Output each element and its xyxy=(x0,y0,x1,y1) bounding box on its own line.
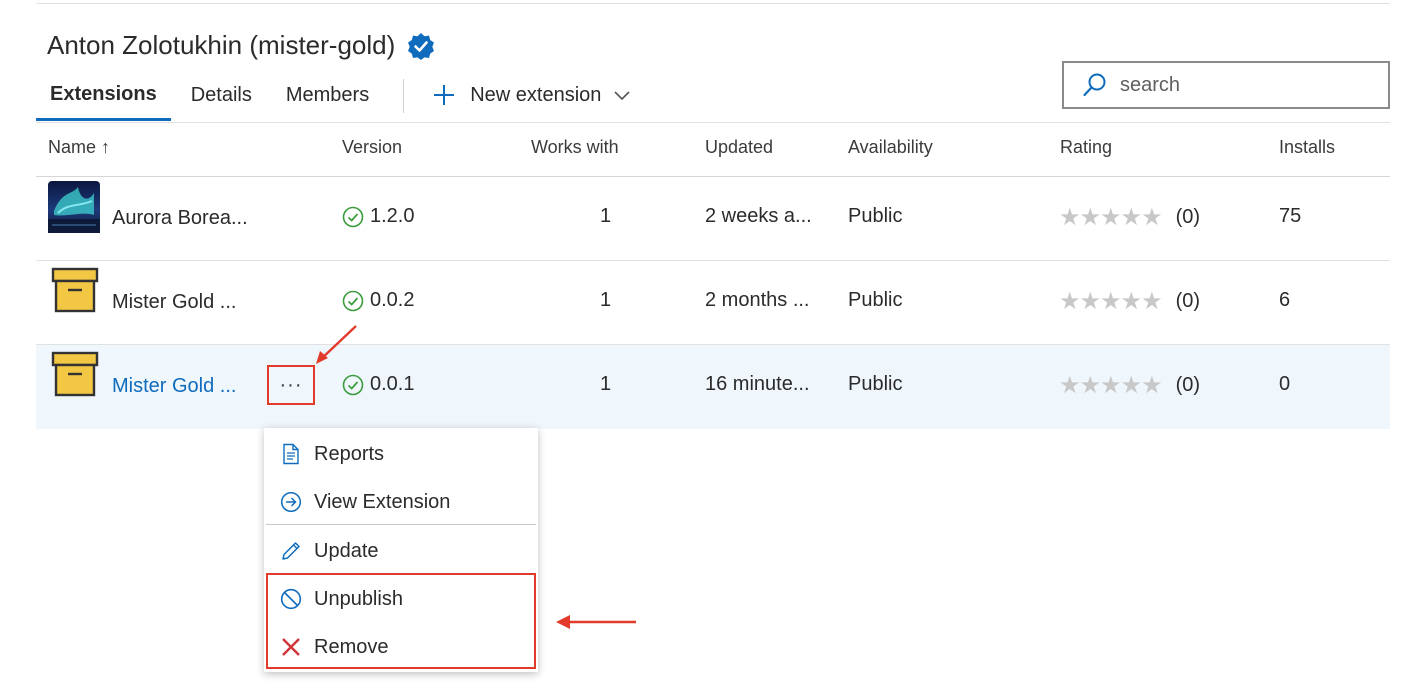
plus-icon xyxy=(434,85,455,105)
version-text: 1.2.0 xyxy=(370,205,415,227)
installs-cell: 0 xyxy=(1279,373,1291,395)
box-icon xyxy=(51,351,99,397)
version-cell: 0.0.1 xyxy=(342,373,414,396)
search-icon xyxy=(1083,73,1106,97)
column-rating[interactable]: Rating xyxy=(1060,137,1112,158)
extension-name[interactable]: Mister Gold ... xyxy=(112,291,236,314)
updated-cell: 2 weeks a... xyxy=(705,205,812,227)
version-cell: 1.2.0 xyxy=(342,205,414,228)
rating-count: (0) xyxy=(1175,374,1201,396)
menu-divider xyxy=(266,524,536,525)
tab-extensions[interactable]: Extensions xyxy=(36,70,171,121)
tab-divider xyxy=(403,79,405,113)
star-rating-icon: ★★★★★ xyxy=(1059,372,1163,399)
table-row[interactable]: Aurora Borea... 1.2.0 1 2 weeks a... Pub… xyxy=(36,177,1390,261)
box-icon xyxy=(51,267,99,313)
availability-cell: Public xyxy=(848,373,903,395)
installs-cell: 6 xyxy=(1279,289,1291,311)
rating-count: (0) xyxy=(1175,206,1201,228)
publisher-tabs: Extensions Details Members New extension xyxy=(36,70,631,122)
pencil-icon xyxy=(282,542,300,560)
rating-cell: ★★★★★ (0) xyxy=(1059,203,1200,232)
document-icon xyxy=(283,443,299,465)
menu-item-view-extension[interactable]: View Extension xyxy=(264,478,538,526)
version-text: 0.0.2 xyxy=(370,289,415,311)
table-row[interactable]: Mister Gold ... 0.0.2 1 2 months ... Pub… xyxy=(36,261,1390,345)
rating-count: (0) xyxy=(1175,290,1201,312)
works-with-cell: 1 xyxy=(600,289,612,311)
extension-name[interactable]: Aurora Borea... xyxy=(112,207,248,230)
installs-cell: 75 xyxy=(1279,205,1302,227)
column-works-with[interactable]: Works with xyxy=(531,137,619,158)
column-updated[interactable]: Updated xyxy=(705,137,773,158)
publisher-header: Anton Zolotukhin (mister-gold) xyxy=(47,30,435,61)
check-circle-icon xyxy=(342,290,364,311)
rating-cell: ★★★★★ (0) xyxy=(1059,371,1200,400)
publisher-name: Anton Zolotukhin (mister-gold) xyxy=(47,30,396,60)
table-header: Name ↑ Version Works with Updated Availa… xyxy=(36,122,1390,177)
top-divider xyxy=(36,3,1390,4)
aurora-icon xyxy=(48,181,100,233)
menu-item-update[interactable]: Update xyxy=(264,527,538,575)
updated-cell: 16 minute... xyxy=(705,373,810,395)
new-extension-button[interactable]: New extension xyxy=(418,70,631,120)
version-text: 0.0.1 xyxy=(370,373,415,395)
check-circle-icon xyxy=(342,374,364,395)
verified-badge-icon xyxy=(408,32,435,60)
menu-item-label: Reports xyxy=(314,442,385,465)
annotation-arrow-icon xyxy=(556,615,636,629)
availability-cell: Public xyxy=(848,205,903,227)
menu-item-reports[interactable]: Reports xyxy=(264,430,538,478)
chevron-down-icon xyxy=(614,91,630,101)
works-with-cell: 1 xyxy=(600,205,612,227)
column-name[interactable]: Name ↑ xyxy=(48,137,110,158)
new-extension-label: New extension xyxy=(470,83,602,106)
column-availability[interactable]: Availability xyxy=(848,137,933,158)
extension-name-link[interactable]: Mister Gold ... xyxy=(112,375,236,398)
more-options-button[interactable]: ··· xyxy=(267,365,315,405)
version-cell: 0.0.2 xyxy=(342,289,414,312)
search-input[interactable] xyxy=(1120,73,1360,97)
table-row-selected[interactable]: Mister Gold ... ··· 0.0.1 1 16 minute...… xyxy=(36,345,1390,429)
star-rating-icon: ★★★★★ xyxy=(1059,204,1163,231)
star-rating-icon: ★★★★★ xyxy=(1059,288,1163,315)
availability-cell: Public xyxy=(848,289,903,311)
check-circle-icon xyxy=(342,206,364,227)
works-with-cell: 1 xyxy=(600,373,612,395)
menu-item-label: View Extension xyxy=(314,490,451,513)
tab-members[interactable]: Members xyxy=(272,70,383,120)
tab-details[interactable]: Details xyxy=(177,70,266,120)
menu-item-label: Update xyxy=(314,539,379,562)
updated-cell: 2 months ... xyxy=(705,289,810,311)
extensions-table: Name ↑ Version Works with Updated Availa… xyxy=(36,122,1390,429)
column-version[interactable]: Version xyxy=(342,137,402,158)
annotation-highlight-box xyxy=(266,573,536,669)
rating-cell: ★★★★★ (0) xyxy=(1059,287,1200,316)
column-installs[interactable]: Installs xyxy=(1279,137,1335,158)
annotation-arrow-icon xyxy=(316,325,357,364)
search-box[interactable] xyxy=(1062,61,1390,109)
arrow-circle-icon xyxy=(280,491,302,513)
